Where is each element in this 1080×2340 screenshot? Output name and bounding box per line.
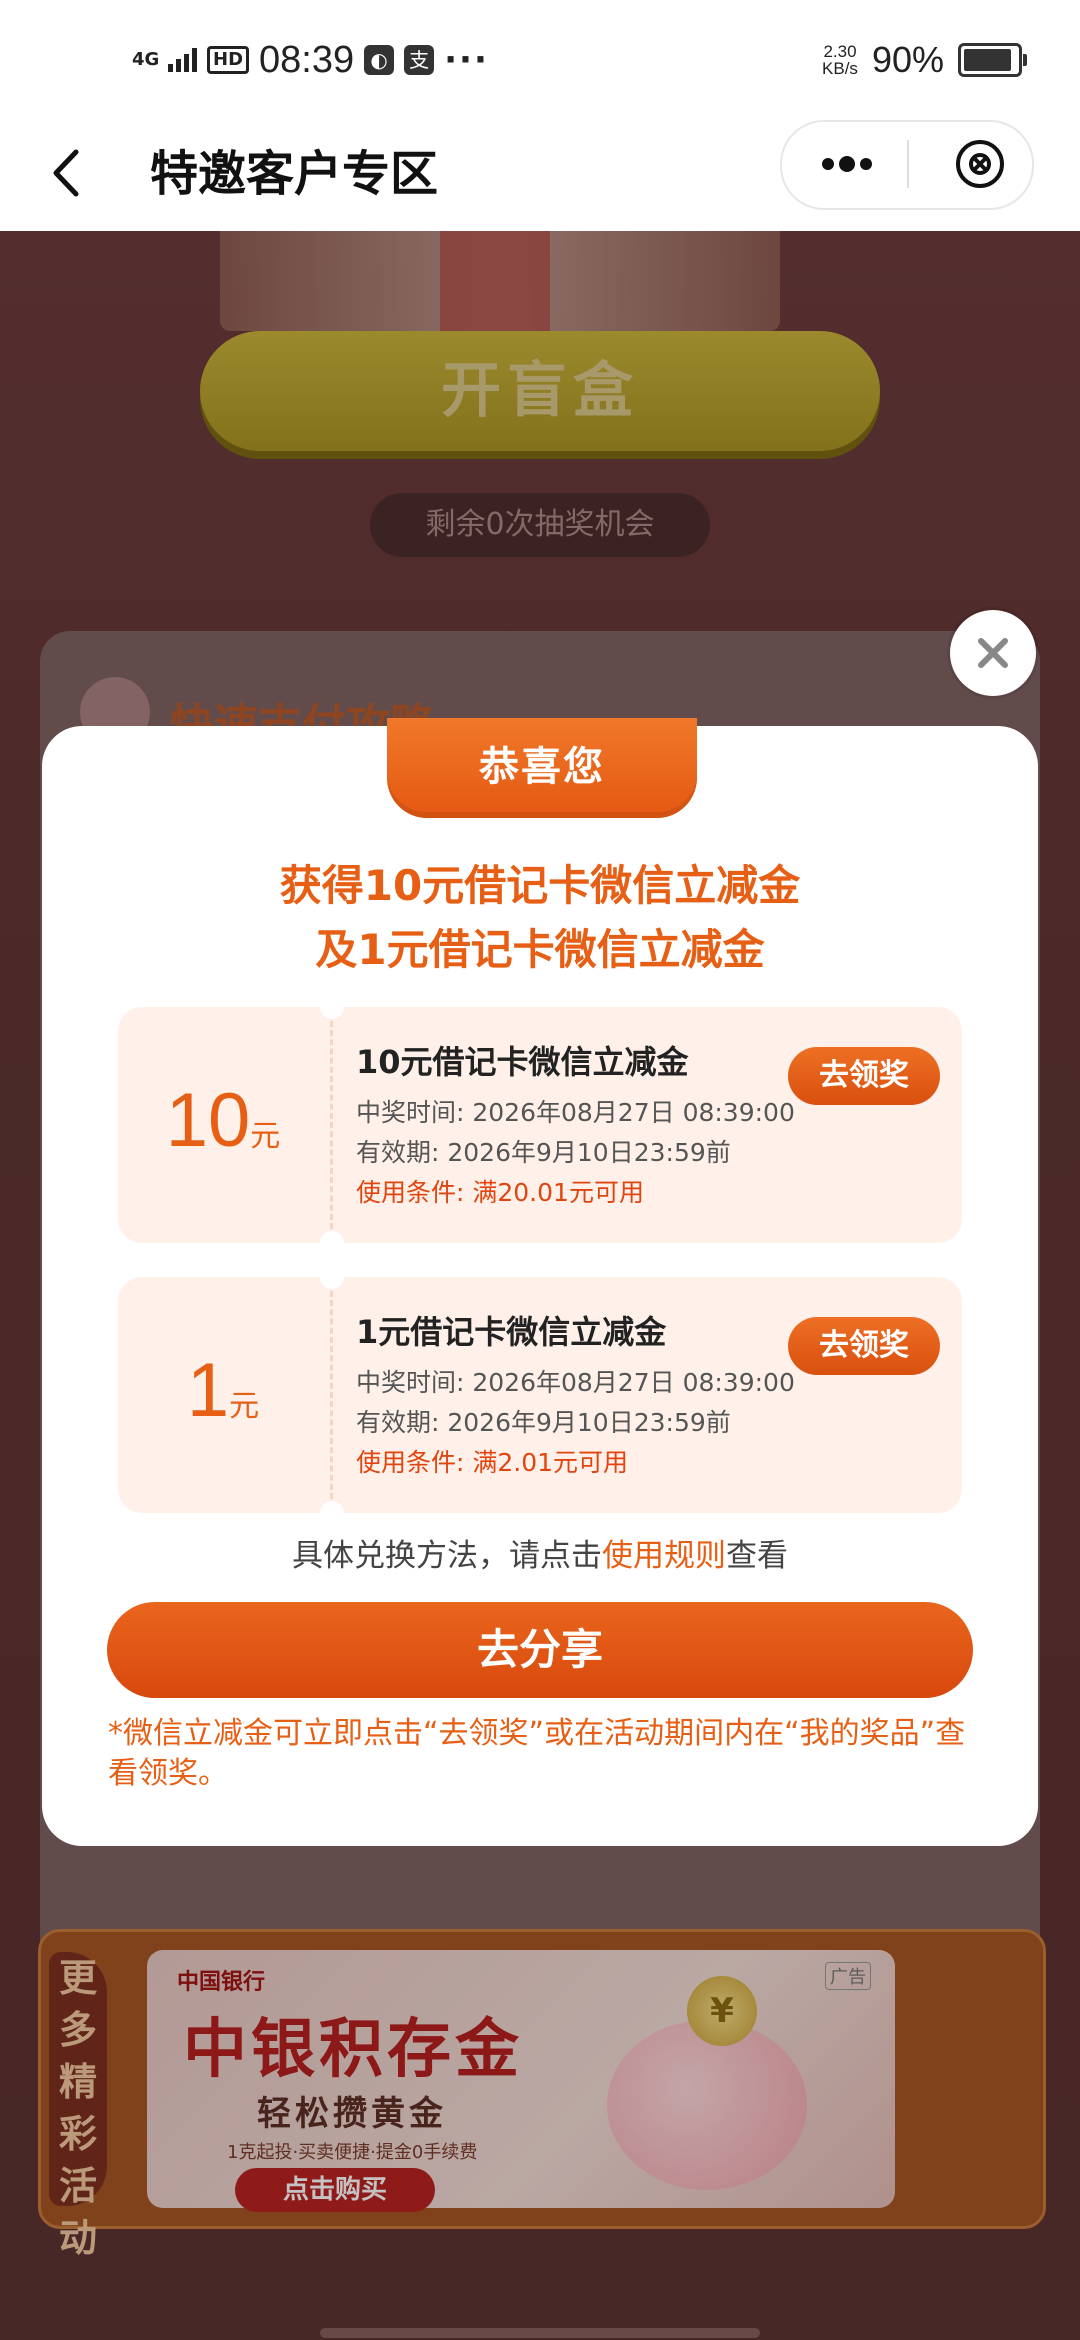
congrats-badge-label: 恭喜您 [479, 744, 605, 790]
usage-rules-link[interactable]: 使用规则 [602, 1538, 726, 1574]
prize-headline: 获得10元借记卡微信立减金 及1元借记卡微信立减金 [42, 854, 1038, 982]
app-notification-icon: ◐ [364, 45, 395, 75]
signal-icon [168, 48, 197, 72]
howto-suffix: 查看 [726, 1538, 788, 1574]
prize-modal: 恭喜您 获得10元借记卡微信立减金 及1元借记卡微信立减金 10元 10元借记卡… [42, 718, 1038, 1846]
coupon-condition: 使用条件: 满20.01元可用 [356, 1178, 644, 1207]
network-speed: 2.30 KB/s [822, 43, 858, 77]
coupon-amount-area: 10元 [118, 1007, 328, 1243]
coupon-card: 1元 1元借记卡微信立减金 中奖时间: 2026年08月27日 08:39:00… [118, 1277, 962, 1513]
back-button[interactable] [38, 138, 98, 208]
claim-prize-button[interactable]: 去领奖 [788, 1317, 940, 1375]
coupon-amount-unit: 元 [229, 1389, 260, 1424]
coupon-condition: 使用条件: 满2.01元可用 [356, 1448, 629, 1477]
coupon-win-time: 中奖时间: 2026年08月27日 08:39:00 [356, 1098, 795, 1127]
more-button[interactable] [812, 140, 882, 188]
coupon-title: 1元借记卡微信立减金 [356, 1313, 667, 1351]
coupon-notch [320, 1231, 344, 1243]
coupon-amount-area: 1元 [118, 1277, 328, 1513]
network-type: 4G [132, 49, 160, 70]
hd-icon: HD [207, 46, 250, 74]
battery-level [964, 49, 1011, 71]
coupon-divider [330, 1021, 333, 1229]
prize-headline-line2: 及1元借记卡微信立减金 [315, 925, 765, 974]
close-circle-icon [956, 140, 1004, 188]
battery-percent: 90% [871, 39, 944, 80]
coupon-amount: 1元 [118, 1347, 328, 1434]
coupon-validity: 有效期: 2026年9月10日23:59前 [356, 1138, 731, 1167]
capsule-divider [907, 140, 909, 188]
status-right: 2.30 KB/s 90% [822, 30, 1027, 90]
coupon-divider [330, 1291, 333, 1499]
status-left: 4G HD 08:39 ◐ 支 ··· [132, 30, 489, 90]
coupon-notch [320, 1501, 344, 1513]
modal-close-button[interactable] [950, 610, 1036, 696]
prize-footnote: *微信立减金可立即点击“去领奖”或在活动期间内在“我的奖品”查看领奖。 [108, 1716, 966, 1791]
more-dots-icon [822, 156, 872, 172]
network-speed-unit: KB/s [822, 59, 858, 78]
coupon-amount-number: 10 [165, 1078, 251, 1163]
page-title: 特邀客户专区 [150, 146, 439, 202]
redeem-instructions: 具体兑换方法，请点击使用规则查看 [42, 1530, 1038, 1575]
status-bar: 4G HD 08:39 ◐ 支 ··· 2.30 KB/s 90% [0, 0, 1080, 118]
coupon-card: 10元 10元借记卡微信立减金 中奖时间: 2026年08月27日 08:39:… [118, 1007, 962, 1243]
network-speed-value: 2.30 [823, 42, 857, 61]
howto-prefix: 具体兑换方法，请点击 [292, 1538, 602, 1574]
coupon-amount-unit: 元 [250, 1119, 281, 1154]
exit-button[interactable] [954, 138, 1006, 190]
nav-bar: 特邀客户专区 [0, 118, 1080, 231]
alipay-notification-icon: 支 [404, 45, 435, 75]
coupon-win-time: 中奖时间: 2026年08月27日 08:39:00 [356, 1368, 795, 1397]
battery-icon [958, 43, 1027, 77]
more-notifications-icon: ··· [444, 40, 489, 80]
mini-program-capsule [780, 120, 1034, 210]
coupon-title: 10元借记卡微信立减金 [356, 1043, 689, 1081]
close-icon [978, 638, 1008, 668]
coupon-validity: 有效期: 2026年9月10日23:59前 [356, 1408, 731, 1437]
coupon-amount-number: 1 [186, 1348, 230, 1433]
congrats-badge: 恭喜您 [387, 718, 697, 818]
prize-headline-line1: 获得10元借记卡微信立减金 [279, 861, 801, 910]
chevron-left-icon [53, 149, 79, 197]
clock: 08:39 [259, 38, 355, 81]
coupon-amount: 10元 [118, 1077, 328, 1164]
share-button[interactable]: 去分享 [107, 1602, 973, 1698]
claim-prize-button[interactable]: 去领奖 [788, 1047, 940, 1105]
